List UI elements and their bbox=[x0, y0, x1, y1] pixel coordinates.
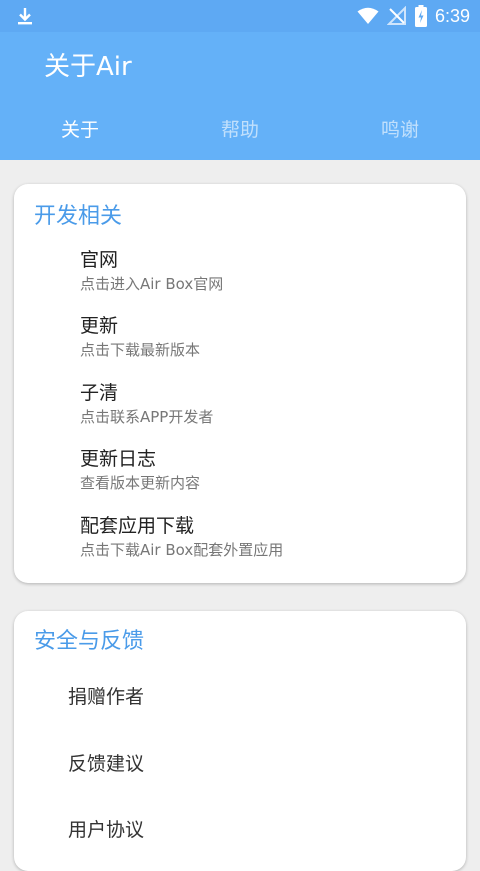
battery-charging-icon bbox=[414, 5, 427, 27]
list-item-donate[interactable]: 捐赠作者 bbox=[68, 684, 446, 710]
tab-thanks[interactable]: 鸣谢 bbox=[320, 108, 480, 160]
item-subtitle: 点击联系APP开发者 bbox=[80, 408, 214, 426]
list-item-companion-download[interactable]: 配套应用下载 点击下载Air Box配套外置应用 bbox=[80, 514, 446, 560]
item-subtitle: 点击进入Air Box官网 bbox=[80, 275, 224, 293]
item-subtitle: 点击下载Air Box配套外置应用 bbox=[80, 541, 284, 559]
status-icons: 6:39 bbox=[357, 4, 470, 28]
item-title: 更新日志 bbox=[80, 448, 157, 470]
item-subtitle: 点击下载最新版本 bbox=[80, 341, 201, 359]
list-item-feedback[interactable]: 反馈建议 bbox=[68, 751, 446, 777]
page-title: 关于Air bbox=[44, 52, 132, 82]
no-signal-icon bbox=[386, 6, 406, 25]
wifi-icon bbox=[357, 7, 379, 24]
list-item-user-agreement[interactable]: 用户协议 bbox=[68, 817, 446, 843]
item-title: 更新 bbox=[80, 315, 119, 337]
status-bar: 6:39 bbox=[0, 0, 480, 32]
tab-help[interactable]: 帮助 bbox=[160, 108, 320, 160]
status-time: 6:39 bbox=[434, 5, 470, 26]
item-title: 配套应用下载 bbox=[80, 515, 195, 537]
item-title: 官网 bbox=[80, 249, 119, 271]
list-item-website[interactable]: 官网 点击进入Air Box官网 bbox=[80, 248, 446, 294]
tab-about[interactable]: 关于 bbox=[0, 108, 160, 160]
security-feedback-card: 安全与反馈 捐赠作者 反馈建议 用户协议 bbox=[14, 611, 466, 871]
development-card: 开发相关 官网 点击进入Air Box官网 更新 点击下载最新版本 子清 点击联… bbox=[14, 184, 466, 583]
list-item-changelog[interactable]: 更新日志 查看版本更新内容 bbox=[80, 447, 446, 493]
list-item-update[interactable]: 更新 点击下载最新版本 bbox=[80, 314, 446, 360]
section-title: 开发相关 bbox=[34, 204, 123, 229]
item-title: 子清 bbox=[80, 382, 119, 404]
list-item-developer[interactable]: 子清 点击联系APP开发者 bbox=[80, 381, 446, 427]
section-title: 安全与反馈 bbox=[34, 629, 145, 654]
download-icon bbox=[18, 8, 32, 25]
app-bar: 关于Air 关于 帮助 鸣谢 bbox=[0, 32, 480, 160]
tab-bar: 关于 帮助 鸣谢 bbox=[0, 108, 480, 160]
item-subtitle: 查看版本更新内容 bbox=[80, 474, 201, 492]
